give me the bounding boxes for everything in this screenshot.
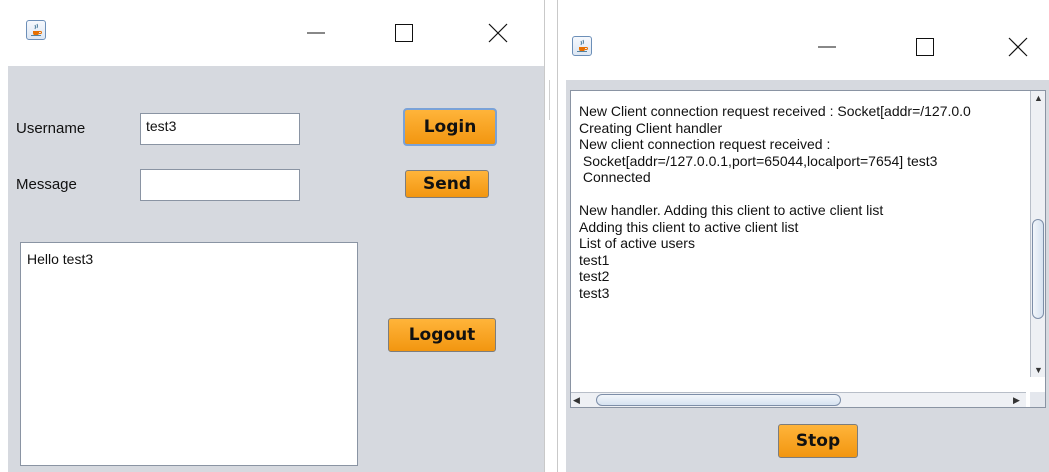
logout-button[interactable]: Logout [388,318,496,352]
maximize-icon [395,24,413,42]
log-line: Creating Client handler [579,119,723,136]
log-line: List of active users [579,235,695,251]
username-label: Username [16,120,86,137]
message-label: Message [16,176,77,193]
close-button[interactable] [998,30,1038,64]
minimize-icon [818,46,836,48]
server-log-text: New Client connection request received :… [579,103,971,301]
java-icon [26,20,46,40]
log-line: test3 [579,284,610,301]
scroll-up-icon[interactable]: ▲ [1034,93,1043,103]
server-content: New Client connection request received :… [566,80,1049,472]
log-line: test2 [579,268,610,284]
close-icon [1008,37,1028,57]
log-line: Connected [579,169,651,185]
maximize-icon [916,38,934,56]
close-button[interactable] [478,16,518,50]
horizontal-scroll-thumb[interactable] [596,394,841,406]
client-title-bar[interactable] [0,0,544,66]
login-button[interactable]: Login [403,108,497,146]
client-window: Username test3 Message Login Send Hello … [0,0,545,472]
log-line: Adding this client to active client list [579,218,799,235]
horizontal-scrollbar[interactable]: ◀ ▶ [571,392,1026,407]
server-title-bar[interactable] [558,0,1049,66]
client-content: Username test3 Message Login Send Hello … [8,66,544,472]
scroll-right-icon[interactable]: ▶ [1013,395,1020,405]
minimize-icon [307,32,325,34]
log-line: test1 [579,251,610,268]
vertical-scroll-thumb[interactable] [1032,219,1044,319]
minimize-button[interactable] [807,30,847,64]
window-gap [545,0,557,472]
server-window: New Client connection request received :… [557,0,1049,472]
log-line: New client connection request received : [579,136,831,152]
scroll-corner [1030,392,1045,407]
minimize-button[interactable] [296,16,336,50]
log-line: New Client connection request received :… [579,103,971,119]
chat-area[interactable]: Hello test3 [20,242,358,466]
close-icon [488,23,508,43]
username-field[interactable]: test3 [140,113,300,145]
vertical-scrollbar[interactable]: ▲ ▼ [1030,91,1045,377]
java-icon [572,36,592,56]
maximize-button[interactable] [384,16,424,50]
log-line: New handler. Adding this client to activ… [579,202,884,218]
maximize-button[interactable] [905,30,945,64]
send-button[interactable]: Send [405,170,489,198]
server-log[interactable]: New Client connection request received :… [570,90,1046,408]
message-field[interactable] [140,169,300,201]
stop-button[interactable]: Stop [778,424,858,458]
log-line: Socket[addr=/127.0.0.1,port=65044,localp… [579,152,938,169]
scroll-down-icon[interactable]: ▼ [1034,365,1043,375]
scroll-left-icon[interactable]: ◀ [573,395,580,405]
